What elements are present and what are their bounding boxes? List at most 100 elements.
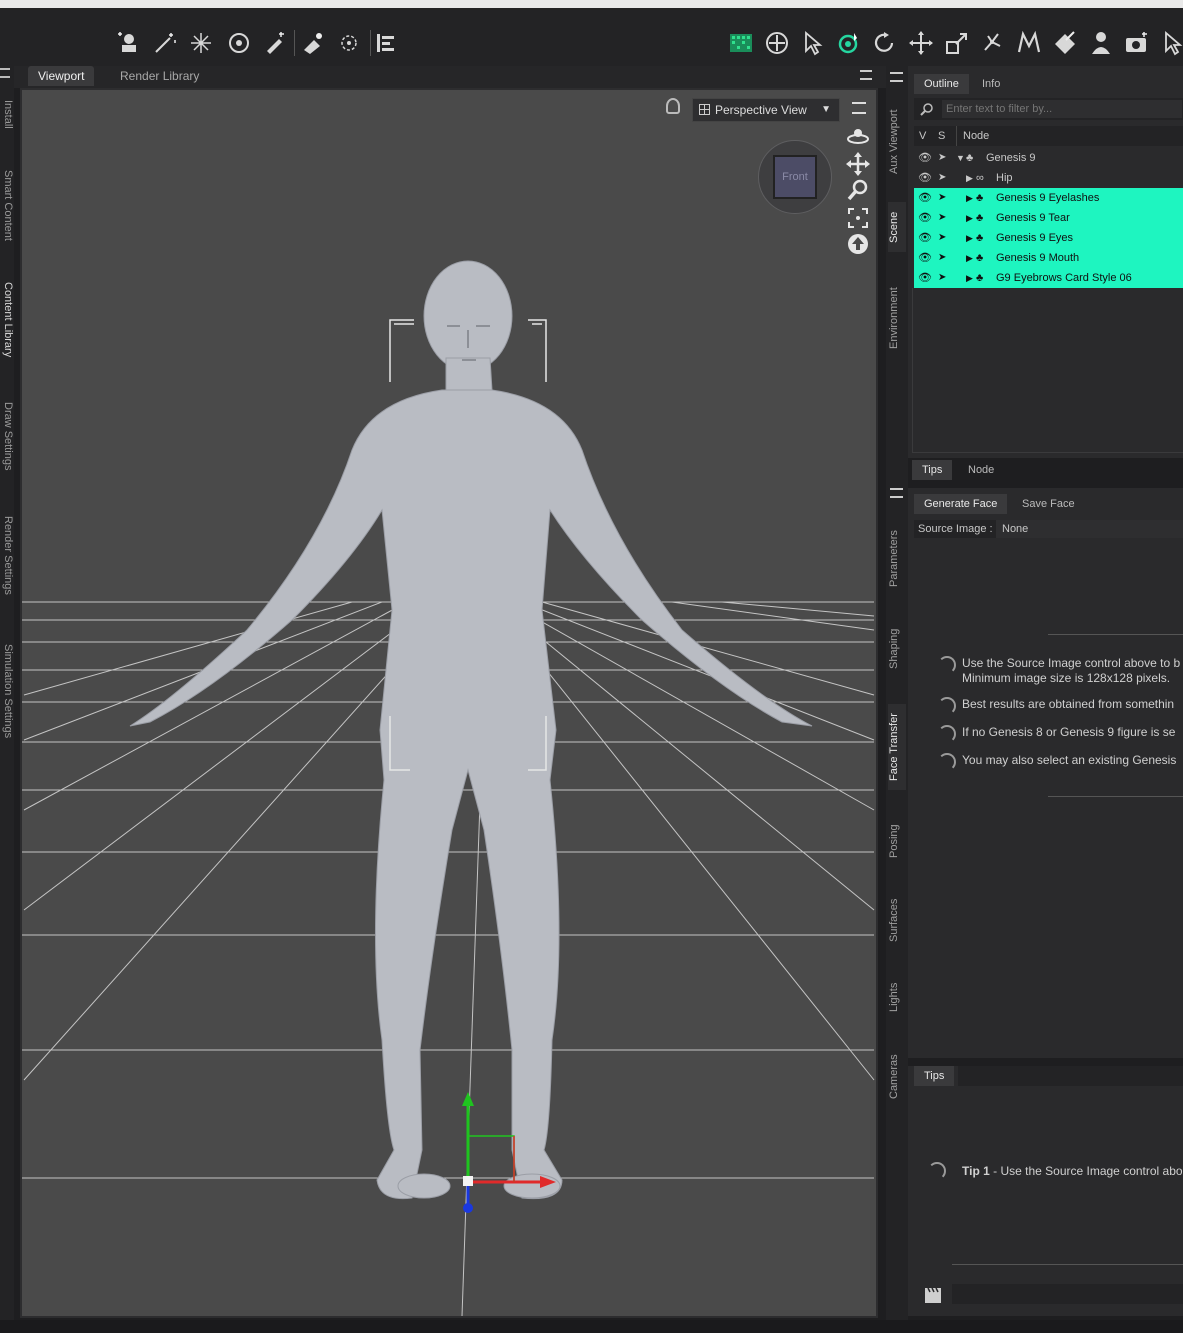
eye-icon[interactable]: 👁 (918, 188, 932, 208)
clapperboard-icon[interactable] (924, 1286, 942, 1304)
rotate-active-icon[interactable] (836, 30, 862, 56)
frame-icon[interactable] (846, 206, 870, 230)
pan-icon[interactable] (846, 152, 870, 176)
eye-icon[interactable]: 👁 (918, 268, 932, 288)
tab-shaping[interactable]: Shaping (888, 622, 906, 676)
select-icon[interactable]: ➤ (938, 268, 946, 288)
morph-brush-icon[interactable] (1016, 30, 1042, 56)
tab-draw-settings[interactable]: Draw Settings (0, 402, 14, 482)
view-dropdown[interactable]: Perspective View ▼ (692, 98, 840, 122)
surface-selection-icon[interactable] (1052, 30, 1078, 56)
select-icon[interactable]: ➤ (938, 148, 946, 168)
source-image-select[interactable]: None (996, 520, 1183, 538)
tab-posing[interactable]: Posing (888, 818, 906, 864)
sparkle-icon[interactable] (188, 30, 214, 56)
transform-select-icon[interactable] (336, 30, 362, 56)
left-strip-menu-icon[interactable] (0, 68, 10, 78)
pane-menu-icon[interactable] (890, 72, 903, 82)
expand-arrow-icon[interactable]: ▶ (966, 248, 973, 268)
eye-icon[interactable]: 👁 (918, 148, 932, 168)
node-selection-icon[interactable] (800, 30, 826, 56)
tab-generate-face[interactable]: Generate Face (914, 494, 1008, 514)
scale-icon[interactable] (944, 30, 970, 56)
viewport-pin-icon[interactable] (666, 98, 680, 114)
select-icon[interactable]: ➤ (938, 208, 946, 228)
column-node[interactable]: Node (956, 126, 1183, 146)
column-selectable[interactable]: S (938, 126, 945, 146)
select-icon[interactable]: ➤ (938, 248, 946, 268)
expand-arrow-icon[interactable]: ▶ (966, 268, 973, 288)
tab-render-settings[interactable]: Render Settings (0, 516, 14, 608)
tab-info[interactable]: Info (972, 74, 1010, 94)
reset-view-icon[interactable] (846, 232, 870, 256)
tab-parameters[interactable]: Parameters (888, 522, 906, 596)
tab-environment[interactable]: Environment (888, 276, 906, 360)
select-icon[interactable]: ➤ (938, 228, 946, 248)
grid-toggle-icon[interactable] (728, 30, 754, 56)
zoom-icon[interactable] (846, 178, 870, 202)
joint-editor-icon[interactable] (980, 30, 1006, 56)
eye-icon[interactable]: 👁 (918, 248, 932, 268)
expand-arrow-icon[interactable]: ▶ (966, 168, 973, 188)
scene-row-eyebrows[interactable]: 👁 ➤ ▶ ♣ G9 Eyebrows Card Style 06 (914, 268, 1183, 288)
tab-viewport[interactable]: Viewport (28, 66, 95, 86)
scene-row-tear[interactable]: 👁 ➤ ▶ ♣ Genesis 9 Tear (914, 208, 1183, 228)
tab-node[interactable]: Node (958, 460, 1004, 480)
viewport-3d[interactable]: Perspective View ▼ Front (20, 88, 878, 1318)
scene-row-eyes[interactable]: 👁 ➤ ▶ ♣ Genesis 9 Eyes (914, 228, 1183, 248)
universal-tool-icon[interactable] (764, 30, 790, 56)
pane-menu-icon[interactable] (890, 488, 903, 498)
scene-row-eyelashes[interactable]: 👁 ➤ ▶ ♣ Genesis 9 Eyelashes (914, 188, 1183, 208)
tips-bottom-bar (952, 1284, 1183, 1304)
tab-render-library[interactable]: Render Library (110, 66, 209, 86)
rotate-icon[interactable] (872, 30, 898, 56)
scene-row-mouth[interactable]: 👁 ➤ ▶ ♣ Genesis 9 Mouth (914, 248, 1183, 268)
tab-scene[interactable]: Scene (888, 202, 906, 252)
tab-smart-content[interactable]: Smart Content (0, 170, 14, 258)
expand-arrow-icon[interactable]: ▶ (966, 208, 973, 228)
camera-icon[interactable] (1124, 30, 1150, 56)
geometry-editor-icon[interactable] (300, 30, 326, 56)
eye-icon[interactable]: 👁 (918, 168, 932, 188)
face-tip-line: Use the Source Image control above to b (962, 656, 1181, 670)
select-icon[interactable]: ➤ (938, 168, 946, 188)
tab-face-transfer[interactable]: Face Transfer (888, 704, 906, 790)
eye-icon[interactable]: 👁 (918, 208, 932, 228)
translate-icon[interactable] (908, 30, 934, 56)
orientation-cube[interactable]: Front (758, 140, 832, 214)
tab-outline[interactable]: Outline (914, 74, 969, 94)
loading-spinner-icon (938, 656, 956, 674)
tab-save-face[interactable]: Save Face (1012, 494, 1085, 514)
tab-aux-viewport[interactable]: Aux Viewport (888, 102, 906, 182)
tab-cameras[interactable]: Cameras (888, 1048, 906, 1106)
eye-icon[interactable]: 👁 (918, 228, 932, 248)
column-visible[interactable]: V (919, 126, 926, 146)
scene-row-hip[interactable]: 👁 ➤ ▶ ∞ Hip (914, 168, 1183, 188)
orbit-icon[interactable] (846, 124, 870, 148)
figure-pose-icon[interactable] (1088, 30, 1114, 56)
region-select-icon[interactable] (1160, 30, 1183, 56)
dial-icon[interactable] (226, 30, 252, 56)
magic-wand-icon[interactable] (152, 30, 178, 56)
expand-arrow-icon[interactable]: ▼ (956, 148, 965, 168)
tab-lights[interactable]: Lights (888, 976, 906, 1018)
figure-setup-icon[interactable] (116, 30, 142, 56)
tab-install[interactable]: Install (0, 100, 14, 160)
align-icon[interactable] (374, 30, 400, 56)
expand-arrow-icon[interactable]: ▶ (966, 228, 973, 248)
select-icon[interactable]: ➤ (938, 188, 946, 208)
scene-row-genesis9[interactable]: 👁 ➤ ▼ ♣ Genesis 9 (914, 148, 1183, 168)
tab-simulation-settings[interactable]: Simulation Settings (0, 644, 14, 748)
viewport-pane-menu-icon[interactable] (860, 70, 872, 80)
face-transfer-pane: Generate Face Save Face Source Image : N… (908, 488, 1183, 1058)
toolbar-separator (294, 30, 295, 56)
tab-tips[interactable]: Tips (912, 460, 953, 480)
orientation-cube-face: Front (773, 155, 817, 199)
tab-content-library[interactable]: Content Library (0, 282, 14, 368)
viewport-options-icon[interactable] (852, 102, 866, 114)
tab-tips-bottom[interactable]: Tips (914, 1066, 955, 1086)
expand-arrow-icon[interactable]: ▶ (966, 188, 973, 208)
filter-input[interactable] (942, 100, 1182, 118)
tab-surfaces[interactable]: Surfaces (888, 892, 906, 948)
pin-tool-icon[interactable] (262, 30, 288, 56)
